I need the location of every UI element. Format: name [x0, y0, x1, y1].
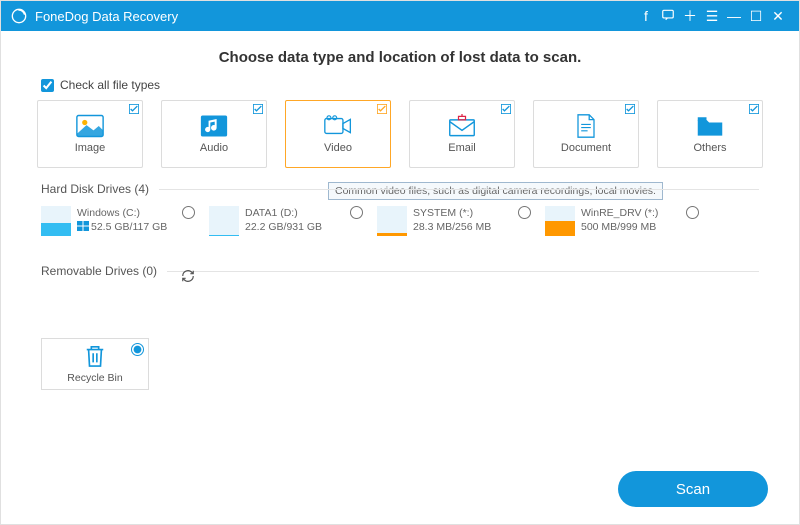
document-icon: [572, 114, 600, 138]
drive-size: 500 MB/999 MB: [581, 220, 658, 234]
type-card-video[interactable]: Video: [285, 100, 391, 168]
type-label: Document: [561, 142, 611, 154]
drive-item[interactable]: Windows (C:) 52.5 GB/117 GB: [41, 206, 209, 236]
type-label: Image: [75, 142, 106, 154]
hdd-section: Hard Disk Drives (4) Windows (C:) 52.5 G…: [41, 182, 759, 250]
app-logo-icon: [11, 8, 27, 24]
checkbox-icon[interactable]: [253, 104, 263, 114]
drive-usage-icon: [545, 206, 575, 236]
refresh-icon[interactable]: [181, 269, 195, 283]
drive-meta: WinRE_DRV (*:) 500 MB/999 MB: [581, 206, 658, 234]
titlebar: FoneDog Data Recovery f ＋ ☰ — ☐ ✕: [1, 1, 799, 31]
drive-name: Windows (C:): [77, 206, 167, 220]
drive-size: 22.2 GB/931 GB: [245, 220, 322, 234]
drive-usage-icon: [377, 206, 407, 236]
type-card-audio[interactable]: Audio: [161, 100, 267, 168]
checkbox-icon[interactable]: [501, 104, 511, 114]
drive-meta: SYSTEM (*:) 28.3 MB/256 MB: [413, 206, 491, 234]
image-icon: [76, 114, 104, 138]
page-heading: Choose data type and location of lost da…: [1, 49, 799, 66]
checkbox-icon[interactable]: [625, 104, 635, 114]
checkbox-icon[interactable]: [129, 104, 139, 114]
check-all-types-label: Check all file types: [60, 78, 160, 92]
folder-icon: [696, 114, 724, 138]
drive-radio[interactable]: [182, 206, 195, 219]
drive-name: WinRE_DRV (*:): [581, 206, 658, 220]
recycle-row: Recycle Bin: [1, 332, 799, 390]
audio-icon: [200, 114, 228, 138]
video-icon: [324, 114, 352, 138]
email-icon: [448, 114, 476, 138]
minimize-icon[interactable]: —: [723, 8, 745, 24]
type-label: Others: [693, 142, 726, 154]
drive-meta: DATA1 (D:) 22.2 GB/931 GB: [245, 206, 322, 234]
add-icon[interactable]: ＋: [679, 6, 701, 26]
drive-size: 28.3 MB/256 MB: [413, 220, 491, 234]
feedback-icon[interactable]: [657, 8, 679, 25]
type-label: Audio: [200, 142, 228, 154]
hdd-drive-list: Windows (C:) 52.5 GB/117 GB DATA1 (D:) 2…: [41, 206, 759, 244]
type-card-email[interactable]: Email: [409, 100, 515, 168]
removable-title: Removable Drives (0): [41, 264, 167, 278]
recycle-bin-card[interactable]: Recycle Bin: [41, 338, 149, 390]
drive-item[interactable]: SYSTEM (*:) 28.3 MB/256 MB: [377, 206, 545, 236]
recycle-label: Recycle Bin: [67, 372, 122, 384]
check-all-types-checkbox[interactable]: [41, 79, 54, 92]
drive-radio[interactable]: [518, 206, 531, 219]
trash-icon: [84, 344, 106, 368]
removable-section: Removable Drives (0): [41, 264, 759, 322]
type-label: Email: [448, 142, 476, 154]
file-type-grid: Image Audio Video Email Document Others: [1, 100, 799, 168]
type-card-image[interactable]: Image: [37, 100, 143, 168]
drive-radio[interactable]: [350, 206, 363, 219]
checkbox-icon[interactable]: [377, 104, 387, 114]
drive-usage-icon: [41, 206, 71, 236]
menu-icon[interactable]: ☰: [701, 8, 723, 25]
drive-meta: Windows (C:) 52.5 GB/117 GB: [77, 206, 167, 234]
close-icon[interactable]: ✕: [767, 8, 789, 25]
type-label: Video: [324, 142, 352, 154]
drive-usage-icon: [209, 206, 239, 236]
maximize-icon[interactable]: ☐: [745, 8, 767, 25]
check-all-types[interactable]: Check all file types: [41, 78, 799, 92]
drive-name: SYSTEM (*:): [413, 206, 491, 220]
drive-item[interactable]: WinRE_DRV (*:) 500 MB/999 MB: [545, 206, 713, 236]
app-title: FoneDog Data Recovery: [35, 9, 635, 24]
drive-radio[interactable]: [686, 206, 699, 219]
drive-item[interactable]: DATA1 (D:) 22.2 GB/931 GB: [209, 206, 377, 236]
facebook-icon[interactable]: f: [635, 8, 657, 24]
type-card-others[interactable]: Others: [657, 100, 763, 168]
scan-button[interactable]: Scan: [618, 471, 768, 507]
type-card-document[interactable]: Document: [533, 100, 639, 168]
checkbox-icon[interactable]: [749, 104, 759, 114]
drive-size: 52.5 GB/117 GB: [77, 220, 167, 234]
hdd-title: Hard Disk Drives (4): [41, 182, 159, 196]
recycle-radio[interactable]: [131, 343, 144, 356]
drive-name: DATA1 (D:): [245, 206, 322, 220]
